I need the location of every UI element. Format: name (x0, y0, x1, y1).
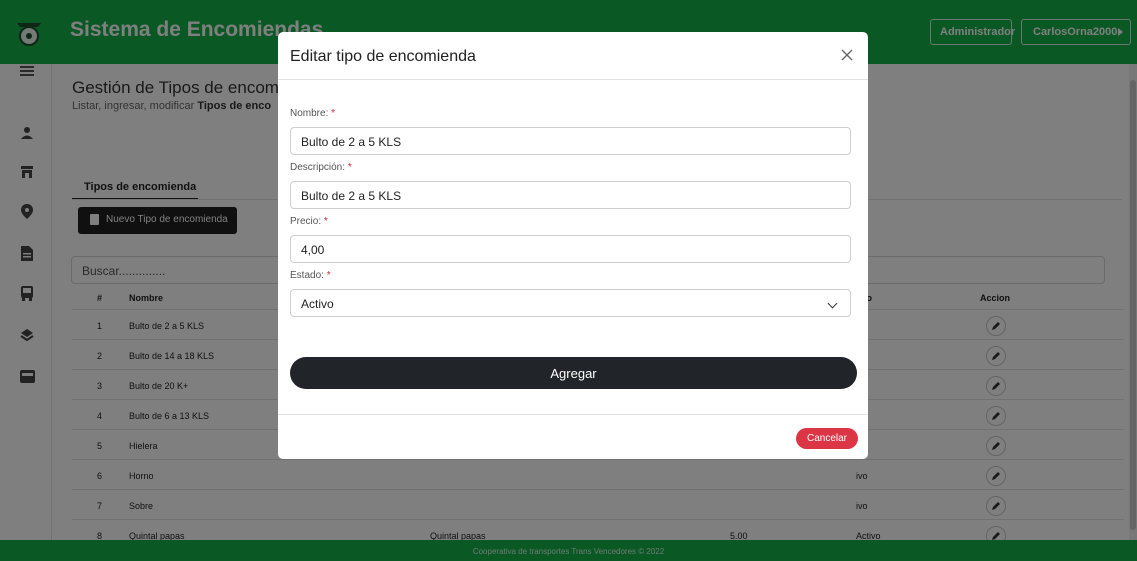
agregar-button[interactable]: Agregar (290, 357, 857, 389)
modal-header: Editar tipo de encomienda (278, 32, 868, 80)
nombre-label: Nombre: * (290, 108, 336, 119)
precio-field[interactable]: 4,00 (290, 235, 851, 263)
chevron-down-icon (827, 298, 838, 309)
nombre-field[interactable]: Bulto de 2 a 5 KLS (290, 127, 851, 155)
estado-label: Estado: * (290, 270, 331, 281)
precio-label: Precio: * (290, 216, 328, 227)
modal-title: Editar tipo de encomienda (290, 48, 476, 65)
estado-select-value: Activo (301, 297, 334, 311)
descripcion-label: Descripción: * (290, 162, 352, 173)
descripcion-field[interactable]: Bulto de 2 a 5 KLS (290, 181, 851, 209)
close-icon[interactable] (838, 46, 856, 64)
estado-select[interactable]: Activo (290, 289, 851, 317)
modal-footer-divider (278, 414, 868, 415)
cancelar-button[interactable]: Cancelar (796, 428, 858, 449)
edit-type-modal: Editar tipo de encomienda Nombre: * Bult… (278, 32, 868, 459)
